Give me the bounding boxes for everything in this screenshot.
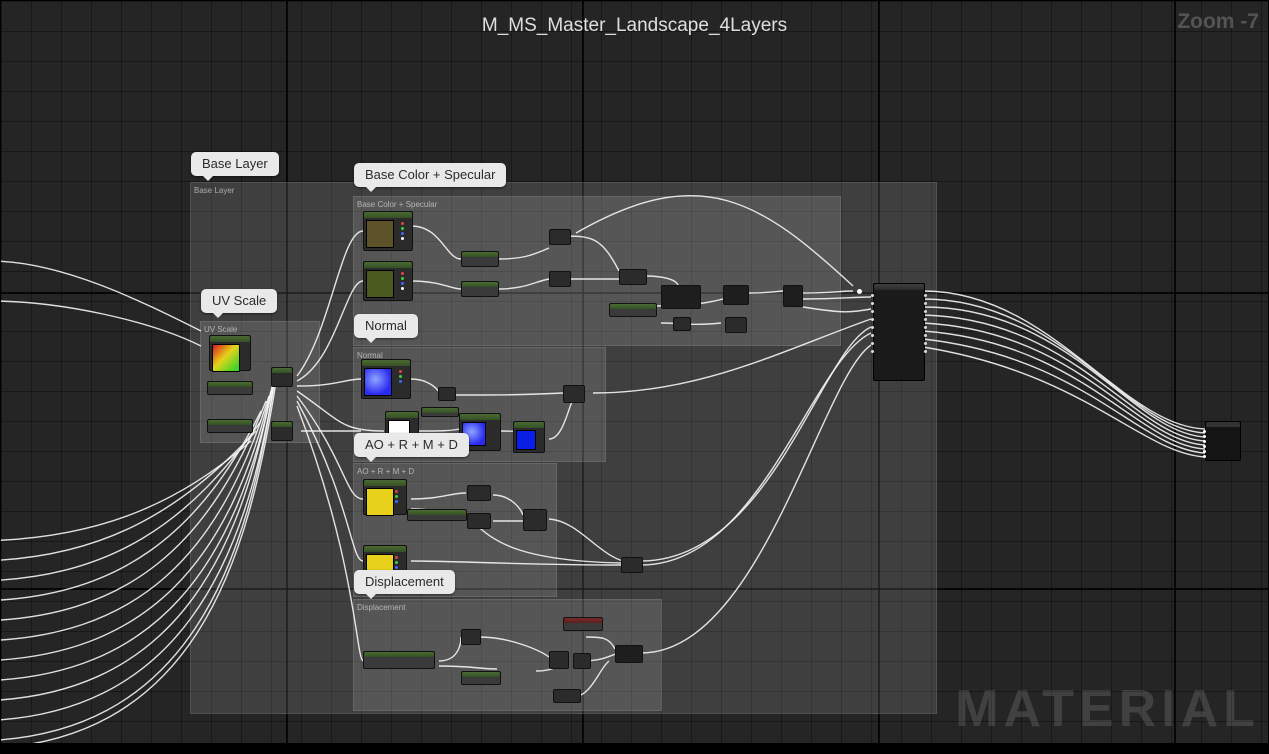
node-bc-lerp1[interactable] xyxy=(549,229,571,245)
label-aordo: AO + R + M + D xyxy=(354,433,469,457)
node-uv-param2[interactable] xyxy=(207,419,253,433)
comment-title-aordo: AO + R + M + D xyxy=(357,467,414,476)
label-base-layer: Base Layer xyxy=(191,152,279,176)
node-bc-param[interactable] xyxy=(609,303,657,317)
node-ordp-mult2[interactable] xyxy=(467,513,491,529)
bottom-strip xyxy=(1,743,1268,749)
label-normal: Normal xyxy=(354,314,418,338)
node-texcoord[interactable] xyxy=(209,335,251,371)
node-tex-albedo2[interactable] xyxy=(363,261,413,301)
node-disp-mult[interactable] xyxy=(461,629,481,645)
node-normal-flatten[interactable] xyxy=(438,387,456,401)
node-tex-albedo1[interactable] xyxy=(363,211,413,251)
node-disp-warn[interactable] xyxy=(563,617,603,631)
zoom-level: Zoom -7 xyxy=(1177,10,1259,34)
node-ordp-lerp[interactable] xyxy=(523,509,547,531)
node-disp-bias[interactable] xyxy=(461,671,501,685)
node-bc-out[interactable] xyxy=(783,285,803,307)
node-tex-normal1[interactable] xyxy=(361,359,411,399)
label-displacement: Displacement xyxy=(354,570,455,594)
node-const-blue[interactable] xyxy=(513,421,545,453)
comment-title-base-layer: Base Layer xyxy=(194,186,234,195)
editor-watermark: MATERIAL xyxy=(955,679,1260,739)
node-disp-m2[interactable] xyxy=(573,653,591,669)
node-ordp-out[interactable] xyxy=(621,557,643,573)
node-uv-multiply[interactable] xyxy=(271,367,293,387)
node-disp-m1[interactable] xyxy=(549,651,569,669)
node-bc-mult2[interactable] xyxy=(461,281,499,297)
node-bc-combine[interactable] xyxy=(723,285,749,305)
pin-reroute[interactable] xyxy=(857,289,862,294)
node-uv-multiply2[interactable] xyxy=(271,421,293,441)
node-disp-extra[interactable] xyxy=(553,689,581,703)
node-ordp-mult1[interactable] xyxy=(467,485,491,501)
node-bc-lerp2[interactable] xyxy=(549,271,571,287)
node-uv-param1[interactable] xyxy=(207,381,253,395)
node-layer-output[interactable] xyxy=(873,283,925,381)
graph-title: M_MS_Master_Landscape_4Layers xyxy=(1,15,1268,37)
node-normal-blend[interactable] xyxy=(563,385,585,403)
node-ordp-param[interactable] xyxy=(407,509,467,521)
node-bc-sat[interactable] xyxy=(725,317,747,333)
material-graph-viewport[interactable]: M_MS_Master_Landscape_4Layers Zoom -7 MA… xyxy=(1,1,1268,749)
comment-title-base-color: Base Color + Specular xyxy=(357,200,437,209)
comment-title-displacement: Displacement xyxy=(357,603,405,612)
comment-title-uv-scale: UV Scale xyxy=(204,325,237,334)
label-base-color: Base Color + Specular xyxy=(354,163,506,187)
node-disp-tex[interactable] xyxy=(363,651,435,669)
node-bc-math2[interactable] xyxy=(673,317,691,331)
node-bc-clamp[interactable] xyxy=(619,269,647,285)
label-uv-scale: UV Scale xyxy=(201,289,277,313)
node-bc-mult1[interactable] xyxy=(461,251,499,267)
node-normal-param[interactable] xyxy=(421,407,459,417)
comment-base-color[interactable]: Base Color + Specular xyxy=(353,196,841,346)
node-final-material[interactable] xyxy=(1205,421,1241,461)
node-bc-math1[interactable] xyxy=(661,285,701,309)
node-disp-combine[interactable] xyxy=(615,645,643,663)
node-tex-ordp1[interactable] xyxy=(363,479,407,515)
